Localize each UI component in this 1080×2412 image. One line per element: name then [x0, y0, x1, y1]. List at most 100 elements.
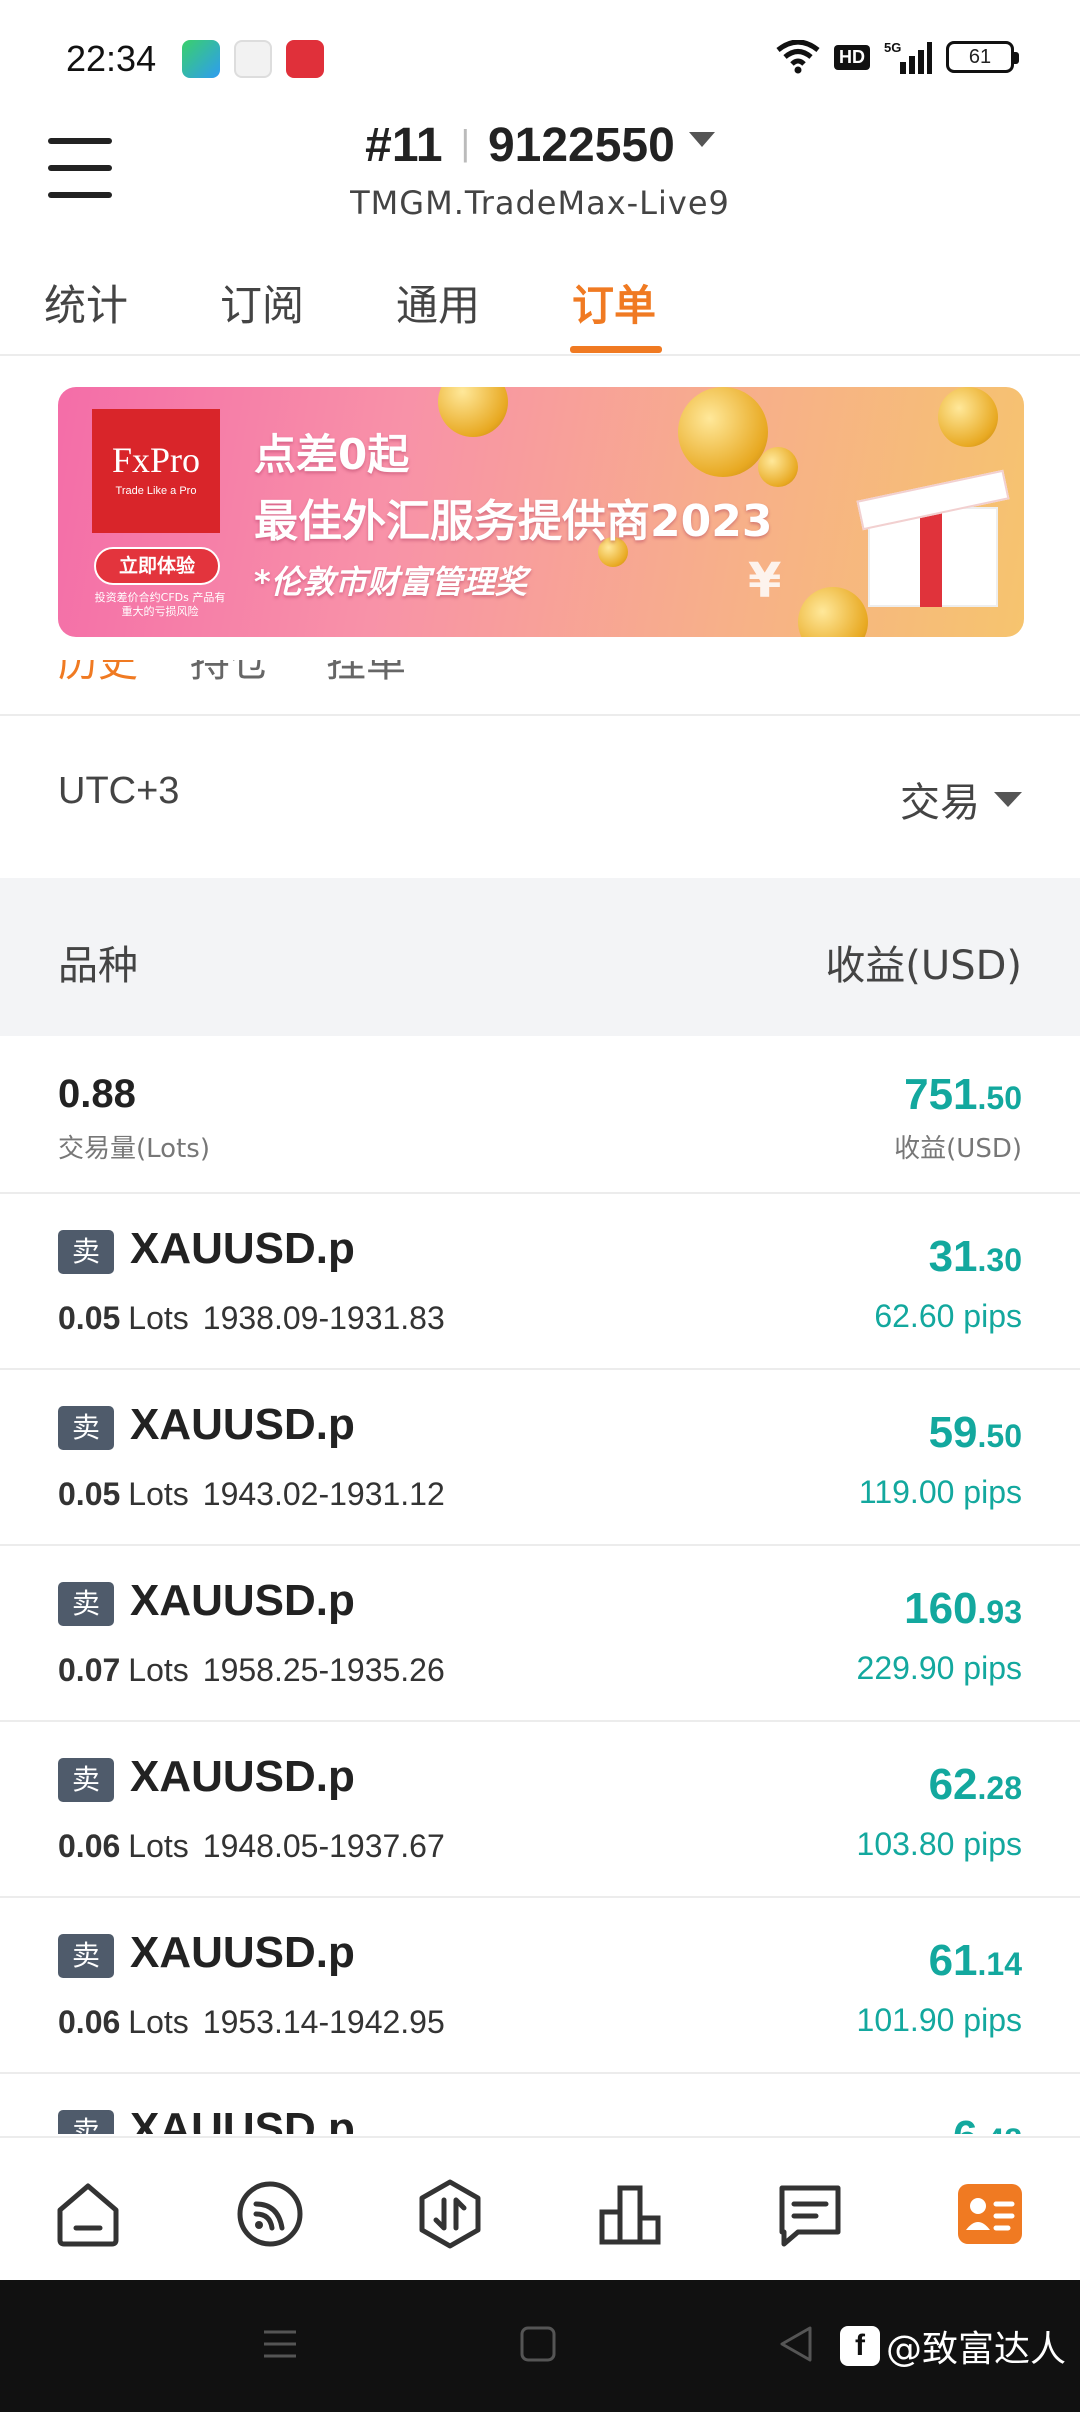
order-profit: 31.30 [929, 1232, 1022, 1282]
order-symbol: XAUUSD.p [130, 1224, 355, 1273]
order-profit-int: 59 [928, 1408, 978, 1457]
order-detail: 0.06 Lots 1948.05-1937.67 [58, 1828, 445, 1865]
summary-row: 0.88 交易量(Lots) 751.50 收益(USD) [0, 1036, 1080, 1194]
order-pips: 103.80 pips [856, 1826, 1022, 1862]
order-symbol: XAUUSD.p [130, 2104, 355, 2134]
order-row[interactable]: 卖 XAUUSD.p 0.06 Lots 1948.05-1937.67 62.28… [0, 1722, 1080, 1898]
yen-symbol-icon: ¥ [748, 553, 782, 609]
tab-bar: 统计 订阅 通用 订单 [0, 250, 1080, 356]
app-notification-icon [286, 40, 324, 78]
order-profit: 59.50 [929, 1408, 1022, 1458]
order-lots: 0.07 [58, 1652, 121, 1688]
order-profit-dec: .93 [977, 1594, 1022, 1630]
battery-level: 61 [968, 46, 992, 68]
banner-headline: 点差0起 [254, 430, 410, 479]
chart-icon[interactable] [594, 2178, 666, 2250]
home-icon[interactable] [52, 2178, 124, 2250]
message-icon[interactable] [774, 2178, 846, 2250]
order-lots: 0.05 [58, 1300, 121, 1336]
order-profit-int: 31 [928, 1232, 978, 1281]
order-row[interactable]: 卖 XAUUSD.p 0.05 Lots 1938.09-1931.83 31.30… [0, 1194, 1080, 1370]
order-profit-int: 61 [928, 1936, 978, 1985]
account-prefix: #11 [365, 119, 443, 172]
total-profit-dec: .50 [977, 1080, 1022, 1116]
system-nav-bar: f @致富达人 [0, 2280, 1080, 2412]
order-prices: 1943.02-1931.12 [202, 1476, 445, 1512]
app-notification-icon [182, 40, 220, 78]
order-symbol: XAUUSD.p [130, 1400, 355, 1449]
order-lots-unit: Lots [128, 1300, 189, 1336]
battery-icon: 61 [946, 41, 1019, 73]
order-row[interactable]: 卖 XAUUSD.p 0.07 Lots 1958.25-1935.26 160.9… [0, 1546, 1080, 1722]
order-row[interactable]: 卖 XAUUSD.p 0.05 Lots 1943.02-1931.12 59.50… [0, 1370, 1080, 1546]
status-bar: 22:34 HD 5G 61 [0, 0, 1080, 120]
order-profit-dec: .14 [977, 1946, 1022, 1982]
account-selector[interactable]: #11 | 9122550 [0, 118, 1080, 173]
home-button-icon[interactable] [518, 2324, 558, 2368]
banner-cta-button[interactable]: 立即体验 [94, 547, 220, 585]
profile-card-icon[interactable] [954, 2178, 1026, 2250]
subtab-history[interactable]: 历史 [58, 660, 138, 688]
tab-subscription[interactable]: 订阅 [220, 272, 304, 333]
active-tab-indicator [570, 346, 662, 353]
order-detail: 0.07 Lots 1958.25-1935.26 [58, 1652, 445, 1689]
back-icon[interactable] [776, 2324, 816, 2368]
recents-icon[interactable] [260, 2324, 300, 2368]
banner-award: *伦敦市财富管理奖 [254, 563, 527, 601]
sell-badge: 卖 [58, 1406, 114, 1450]
order-symbol: XAUUSD.p [130, 1576, 355, 1625]
order-pips: 229.90 pips [856, 1650, 1022, 1686]
watermark-text: @致富达人 [885, 2329, 1066, 2370]
watermark-logo-icon: f [839, 2326, 880, 2366]
tab-statistics[interactable]: 统计 [44, 272, 128, 333]
order-list: 卖 XAUUSD.p 0.05 Lots 1938.09-1931.83 31.30… [0, 1194, 1080, 2134]
tab-general[interactable]: 通用 [396, 272, 480, 333]
app-notification-icon [234, 40, 272, 78]
hd-badge: HD [834, 44, 870, 70]
tab-orders[interactable]: 订单 [572, 272, 656, 333]
svg-text:5G: 5G [884, 40, 901, 55]
order-symbol: XAUUSD.p [130, 1752, 355, 1801]
trade-icon[interactable] [414, 2178, 486, 2250]
ad-banner[interactable]: FxPro Trade Like a Pro 立即体验 投资差价合约CFDs 产… [58, 387, 1024, 637]
order-profit-int: 160 [904, 1584, 978, 1633]
type-dropdown[interactable]: 交易 [900, 770, 1022, 828]
order-profit-dec: .30 [977, 1242, 1022, 1278]
order-prices: 1953.14-1942.95 [202, 2004, 445, 2040]
signal-icon[interactable] [234, 2178, 306, 2250]
status-time: 22:34 [66, 38, 157, 79]
wifi-icon [776, 40, 820, 74]
total-profit: 751.50 [904, 1070, 1022, 1120]
app-header: #11 | 9122550 TMGM.TradeMax-Live9 [0, 110, 1080, 240]
column-symbol: 品种 [58, 943, 138, 989]
order-detail: 0.05 Lots 1938.09-1931.83 [58, 1300, 445, 1337]
brand-logo: FxPro Trade Like a Pro [92, 409, 220, 533]
column-header: 品种 收益(USD) [0, 878, 1080, 1036]
order-row[interactable]: 卖 XAUUSD.p 0.06 Lots 1953.14-1942.95 61.14… [0, 1898, 1080, 2074]
sell-badge: 卖 [58, 1758, 114, 1802]
order-profit-dec: .48 [978, 2122, 1022, 2134]
cellular-signal-icon: 5G [884, 40, 932, 74]
bottom-nav [0, 2136, 1080, 2280]
order-lots: 0.06 [58, 2004, 121, 2040]
banner-risk-note: 投资差价合约CFDs 产品有重大的亏损风险 [94, 591, 226, 618]
order-subtabs: 历史 持仓 挂单 [0, 660, 1080, 716]
subtab-pending[interactable]: 挂单 [326, 660, 406, 688]
order-symbol: XAUUSD.p [130, 1928, 355, 1977]
order-profit: 62.28 [929, 1760, 1022, 1810]
total-lots-label: 交易量(Lots) [58, 1134, 210, 1164]
order-lots: 0.06 [58, 1828, 121, 1864]
server-name: TMGM.TradeMax-Live9 [350, 184, 730, 222]
sell-badge: 卖 [58, 1582, 114, 1626]
order-prices: 1948.05-1937.67 [202, 1828, 445, 1864]
total-profit-int: 751 [904, 1070, 978, 1119]
order-profit: 61.14 [929, 1936, 1022, 1986]
subtab-positions[interactable]: 持仓 [190, 660, 270, 688]
order-lots-unit: Lots [128, 1652, 189, 1688]
order-row[interactable]: 卖 XAUUSD.p 6.48 [0, 2074, 1080, 2134]
timezone-label[interactable]: UTC+3 [58, 770, 179, 813]
sell-badge: 卖 [58, 1230, 114, 1274]
order-lots-unit: Lots [128, 1476, 189, 1512]
order-profit-dec: .28 [977, 1770, 1022, 1806]
chevron-down-icon [688, 132, 715, 147]
